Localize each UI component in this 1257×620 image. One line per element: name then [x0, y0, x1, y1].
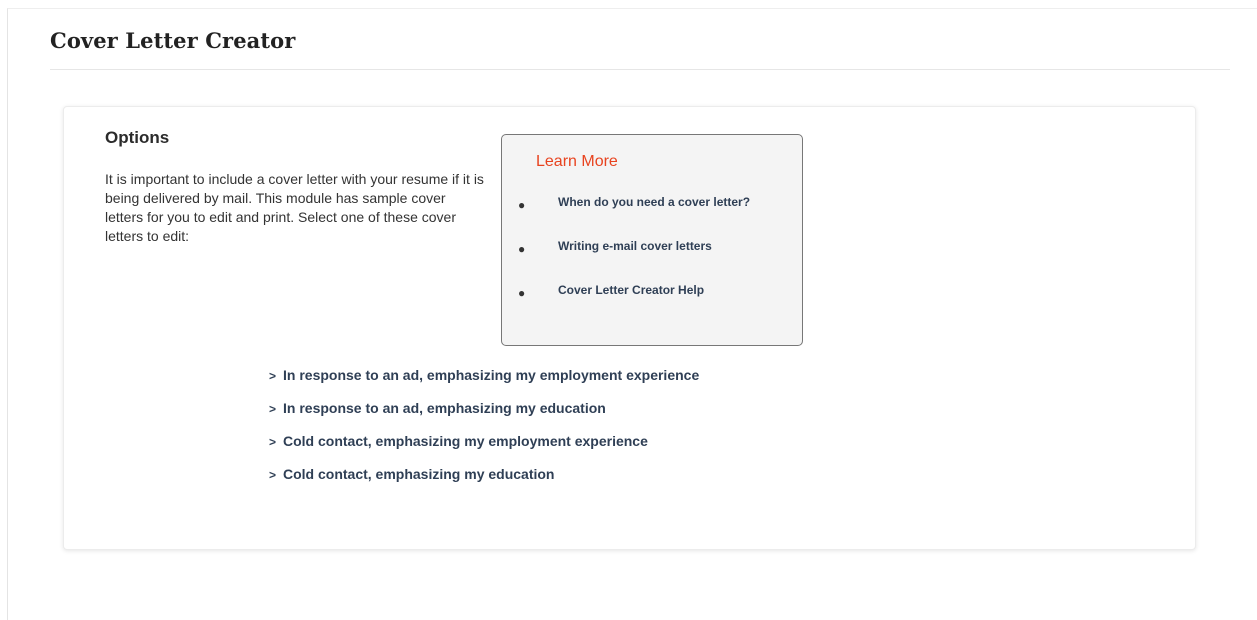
cover-letter-option: > In response to an ad, emphasizing my em…	[269, 367, 699, 400]
learn-more-heading: Learn More	[536, 153, 618, 170]
bullet-dot-icon: ●	[518, 198, 526, 212]
page-title: Cover Letter Creator	[50, 28, 296, 53]
learn-more-link-email-letters[interactable]: Writing e-mail cover letters	[558, 239, 712, 253]
chevron-right-icon: >	[269, 369, 277, 383]
options-heading: Options	[105, 128, 170, 147]
chevron-right-icon: >	[269, 402, 277, 416]
title-divider	[50, 69, 1230, 70]
cover-letter-link-ad-education[interactable]: In response to an ad, emphasizing my edu…	[283, 400, 606, 416]
cover-letter-link-ad-employment[interactable]: In response to an ad, emphasizing my emp…	[283, 367, 699, 383]
learn-more-link-when-needed[interactable]: When do you need a cover letter?	[558, 195, 750, 209]
chevron-right-icon: >	[269, 468, 277, 482]
learn-more-box: Learn More ● When do you need a cover le…	[501, 134, 803, 346]
bullet-dot-icon: ●	[518, 242, 526, 256]
cover-letter-options-list: > In response to an ad, emphasizing my em…	[269, 367, 699, 499]
cover-letter-link-cold-education[interactable]: Cold contact, emphasizing my education	[283, 466, 554, 482]
cover-letter-option: > Cold contact, emphasizing my education	[269, 466, 699, 499]
cover-letter-option: > Cold contact, emphasizing my employment…	[269, 433, 699, 466]
bullet-dot-icon: ●	[518, 286, 526, 300]
options-card: Options It is important to include a cov…	[63, 106, 1196, 550]
chevron-right-icon: >	[269, 435, 277, 449]
options-intro-text: It is important to include a cover lette…	[105, 171, 484, 244]
learn-more-link-help[interactable]: Cover Letter Creator Help	[558, 283, 704, 297]
cover-letter-link-cold-employment[interactable]: Cold contact, emphasizing my employment …	[283, 433, 648, 449]
cover-letter-option: > In response to an ad, emphasizing my ed…	[269, 400, 699, 433]
